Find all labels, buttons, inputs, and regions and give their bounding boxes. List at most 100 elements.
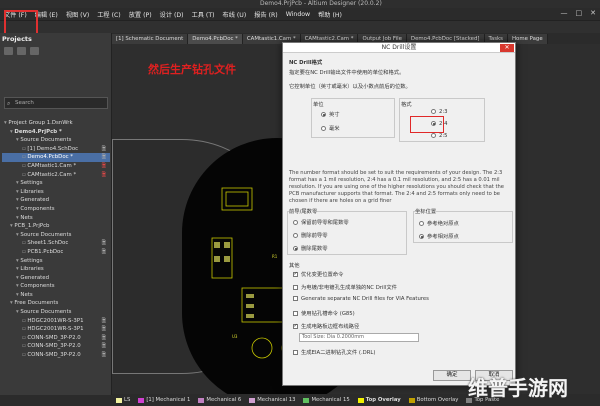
close-window-icon[interactable]: ✕ [590,9,596,17]
format-note: The number format should be set to suit … [289,170,504,204]
tree-item[interactable]: ▾ Libraries [2,265,110,274]
radio-indicator [431,109,436,114]
menu-help[interactable]: 帮助 (H) [314,10,346,19]
gear-icon[interactable] [30,47,39,55]
tree-item[interactable]: ▾ Libraries [2,188,110,197]
tree-item[interactable]: ▾ Nets [2,214,110,223]
tree-item[interactable]: ▾ Components [2,205,110,214]
tree-item[interactable]: ▫ [1] Demo4.SchDoc 🗎 [2,145,110,154]
leading-option-drop-trailing[interactable]: 删除尾数零 [293,244,328,252]
leading-option-drop-leading[interactable]: 删除前导零 [293,231,328,239]
menu-reports[interactable]: 报告 (R) [250,10,281,19]
tree-item[interactable]: ▫ PCB1.PcbDoc 🗎 [2,248,110,257]
tree-item[interactable]: ▫ HDGC2001WR-S-3P1 🗎 [2,317,110,326]
unit-mm-radio[interactable]: 毫米 [321,124,340,132]
menu-tools[interactable]: 工具 (T) [188,10,219,19]
tree-item[interactable]: ▾ Source Documents [2,231,110,240]
tree-item[interactable]: ▾ Free Documents [2,299,110,308]
tree-item[interactable]: ▾ Project Group 1.DsnWrk [2,119,110,128]
tree-item[interactable]: ▫ CONN-SMD_3P-P2.0 🗎 [2,351,110,360]
tree-item[interactable]: ▫ Sheet1.SchDoc 🗎 [2,239,110,248]
tree-item[interactable]: ▫ Demo4.PcbDoc * 🗎 [2,153,110,162]
menu-route[interactable]: 布线 (U) [219,10,251,19]
tree-item[interactable]: ▾ PCB_1.PrjPcb [2,222,110,231]
leading-option-label: 删除前导零 [301,233,328,239]
maximize-icon[interactable]: □ [576,9,583,17]
layer-tab[interactable]: [1] Mechanical 1 [134,397,194,403]
tree-item[interactable]: ▫ CONN-SMD_3P-P2.0 🗎 [2,334,110,343]
other-option[interactable]: 生成电路板边框布线路径 [293,322,359,330]
other-option[interactable]: Generate separate NC Drill files for VIA… [293,296,429,302]
layer-color-swatch [116,397,122,403]
tree-item[interactable]: ▫ CAMtastic1.Cam * 🗎 [2,162,110,171]
unit-inch-label: 英寸 [329,112,340,118]
format-option-2-5[interactable]: 2:5 [431,133,448,139]
format-desc-1: 指定要在NC Drill输出文件中使用的单位和格式。 [289,70,405,76]
checkbox-indicator [293,311,298,316]
tree-item-label: Generated [20,197,50,204]
tree-item[interactable]: ▾ Source Documents [2,308,110,317]
tree-item-label: Components [20,205,55,212]
menu-place[interactable]: 放置 (P) [125,10,156,19]
layer-tab[interactable]: Mechanical 13 [245,397,299,403]
other-option-label: 使用钻孔槽命令 (G85) [301,311,355,317]
coord-option-absolute[interactable]: 参考绝对原点 [419,219,459,227]
format-desc-2: 它控制单位（英寸或毫米）以及小数点前后的位数。 [289,84,411,90]
tree-item[interactable]: ▫ HDGC2001WR-S-3P1 🗎 [2,325,110,334]
layer-tab[interactable]: Top Overlay [354,397,405,403]
coord-option-relative[interactable]: 参考相对原点 [419,232,459,240]
tree-item[interactable]: ▫ CONN-SMD_3P-P2.0 🗎 [2,342,110,351]
document-tab[interactable]: Demo4.PcbDoc * [188,34,243,44]
open-project-icon[interactable] [4,47,13,55]
tree-item[interactable]: ▾ Nets [2,291,110,300]
tree-item-label: Source Documents [20,309,72,316]
other-option-label: Generate separate NC Drill files for VIA… [301,296,429,302]
document-icon: 🗎 [101,162,106,169]
layer-tab[interactable]: LS [112,397,134,403]
radio-indicator [293,233,298,238]
leading-option-keep[interactable]: 保留前导零和尾数零 [293,218,349,226]
tree-item[interactable]: ▾ Generated [2,196,110,205]
tree-item-label: [1] Demo4.SchDoc [27,145,79,152]
layer-tab[interactable]: Mechanical 6 [194,397,245,403]
layer-tab[interactable]: Mechanical 15 [299,397,353,403]
tree-item[interactable]: ▾ Components [2,282,110,291]
tree-item-label: PCB1.PcbDoc [27,248,64,255]
other-option[interactable]: 生成EIA二进制钻孔文件 (.DRL) [293,348,375,356]
menu-window[interactable]: Window [282,11,314,18]
coord-label: 坐标位置 [415,207,437,215]
tree-item[interactable]: ▾ Generated [2,274,110,283]
menu-project[interactable]: 工程 (C) [93,10,125,19]
other-option[interactable]: 优化变更位置命令 [293,270,343,278]
tree-item[interactable]: ▾ Settings [2,257,110,266]
section-format-title: NC Drill格式 [289,60,323,66]
tree-item-label: Libraries [20,188,44,195]
tree-item-label: PCB_1.PrjPcb [14,223,50,230]
save-icon[interactable] [17,47,26,55]
minimize-icon[interactable]: — [561,9,568,17]
format-option-2-3[interactable]: 2:3 [431,109,448,115]
search-icon: ⌕ [7,100,11,107]
tool-size-input[interactable]: Tool Size: Dia 0.2000mm [299,333,419,342]
document-tab[interactable]: [1] Schematic Document [112,34,189,44]
tree-item-label: CONN-SMD_3P-P2.0 [27,334,81,341]
tree-item[interactable]: ▫ CAMtastic2.Cam * 🗎 [2,171,110,180]
window-title: Demo4.PrjPcb - Altium Designer (20.0.2) [260,0,382,7]
menu-view[interactable]: 视图 (V) [62,10,93,19]
svg-text:R1: R1 [272,254,278,259]
other-option-label: 为电镀/非电镀孔生成单独的NC Drill文件 [301,285,397,291]
tree-item[interactable]: ▾ Demo4.PrjPcb * [2,128,110,137]
layer-tab[interactable]: Bottom Overlay [405,397,463,403]
tree-item-label: Nets [20,214,33,221]
other-option[interactable]: 为电镀/非电镀孔生成单独的NC Drill文件 [293,283,397,291]
search-input[interactable]: ⌕ Search [4,97,108,109]
close-icon[interactable]: ✕ [500,44,514,52]
tree-item[interactable]: ▾ Settings [2,179,110,188]
tree-item[interactable]: ▾ Source Documents [2,136,110,145]
svg-text:U3: U3 [232,334,238,339]
document-icon: 🗎 [101,248,106,255]
ok-button[interactable]: 确定 [433,370,471,381]
menu-design[interactable]: 设计 (D) [156,10,188,19]
other-option[interactable]: 使用钻孔槽命令 (G85) [293,309,355,317]
unit-inch-radio[interactable]: 英寸 [321,110,340,118]
